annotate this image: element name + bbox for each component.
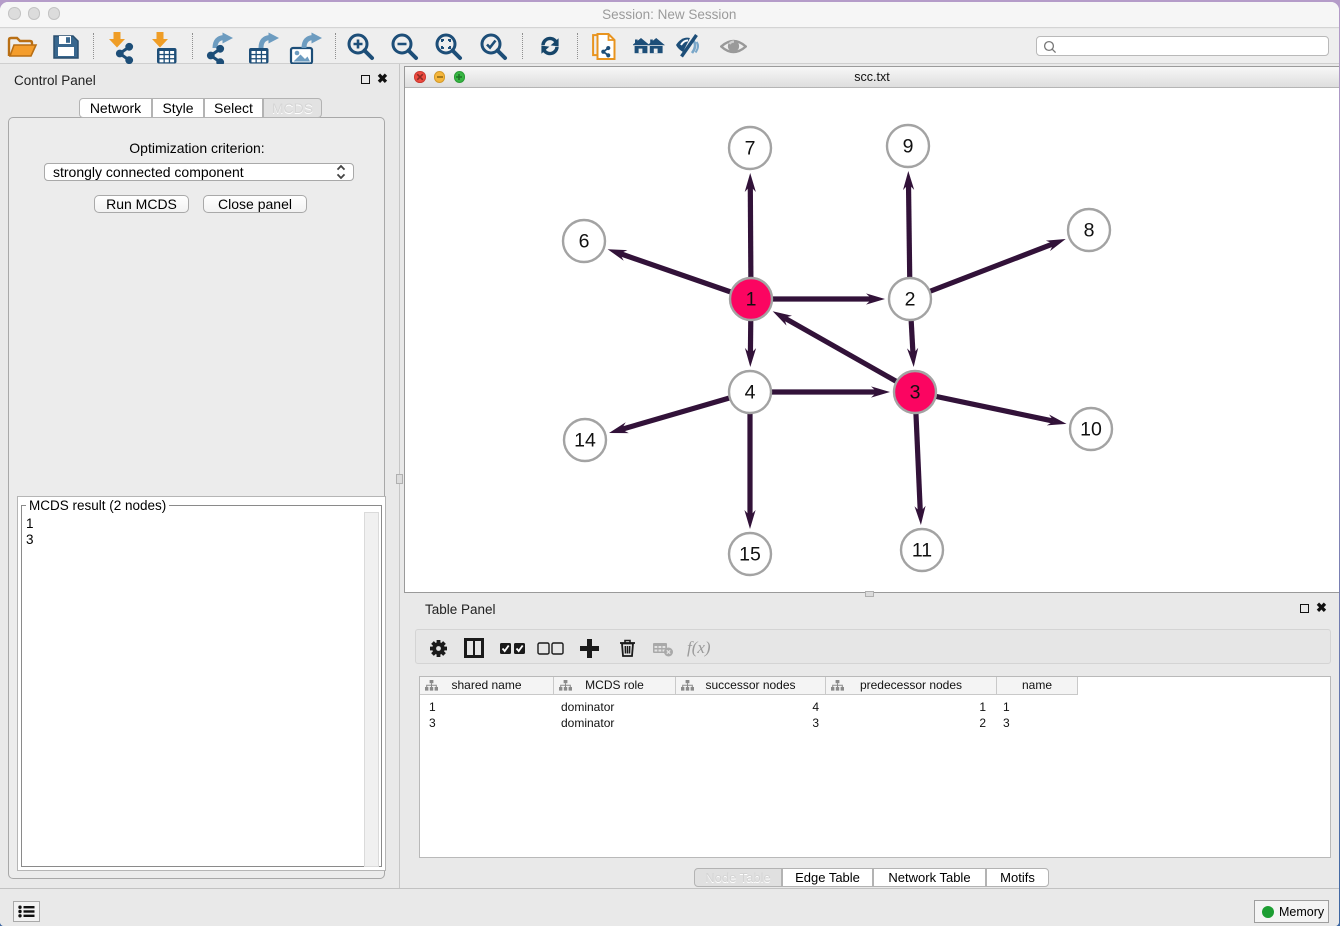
svg-text:15: 15 <box>739 543 761 565</box>
svg-text:9: 9 <box>903 135 914 157</box>
svg-text:3: 3 <box>910 381 921 403</box>
svg-text:6: 6 <box>579 230 590 252</box>
svg-text:f(x): f(x) <box>687 638 711 657</box>
svg-text:2: 2 <box>905 288 916 310</box>
svg-text:8: 8 <box>1084 219 1095 241</box>
svg-text:11: 11 <box>912 539 932 561</box>
svg-text:10: 10 <box>1080 418 1102 440</box>
svg-text:1: 1 <box>746 288 757 310</box>
svg-text:4: 4 <box>745 381 756 403</box>
svg-text:7: 7 <box>745 137 756 159</box>
svg-text:14: 14 <box>574 429 596 451</box>
